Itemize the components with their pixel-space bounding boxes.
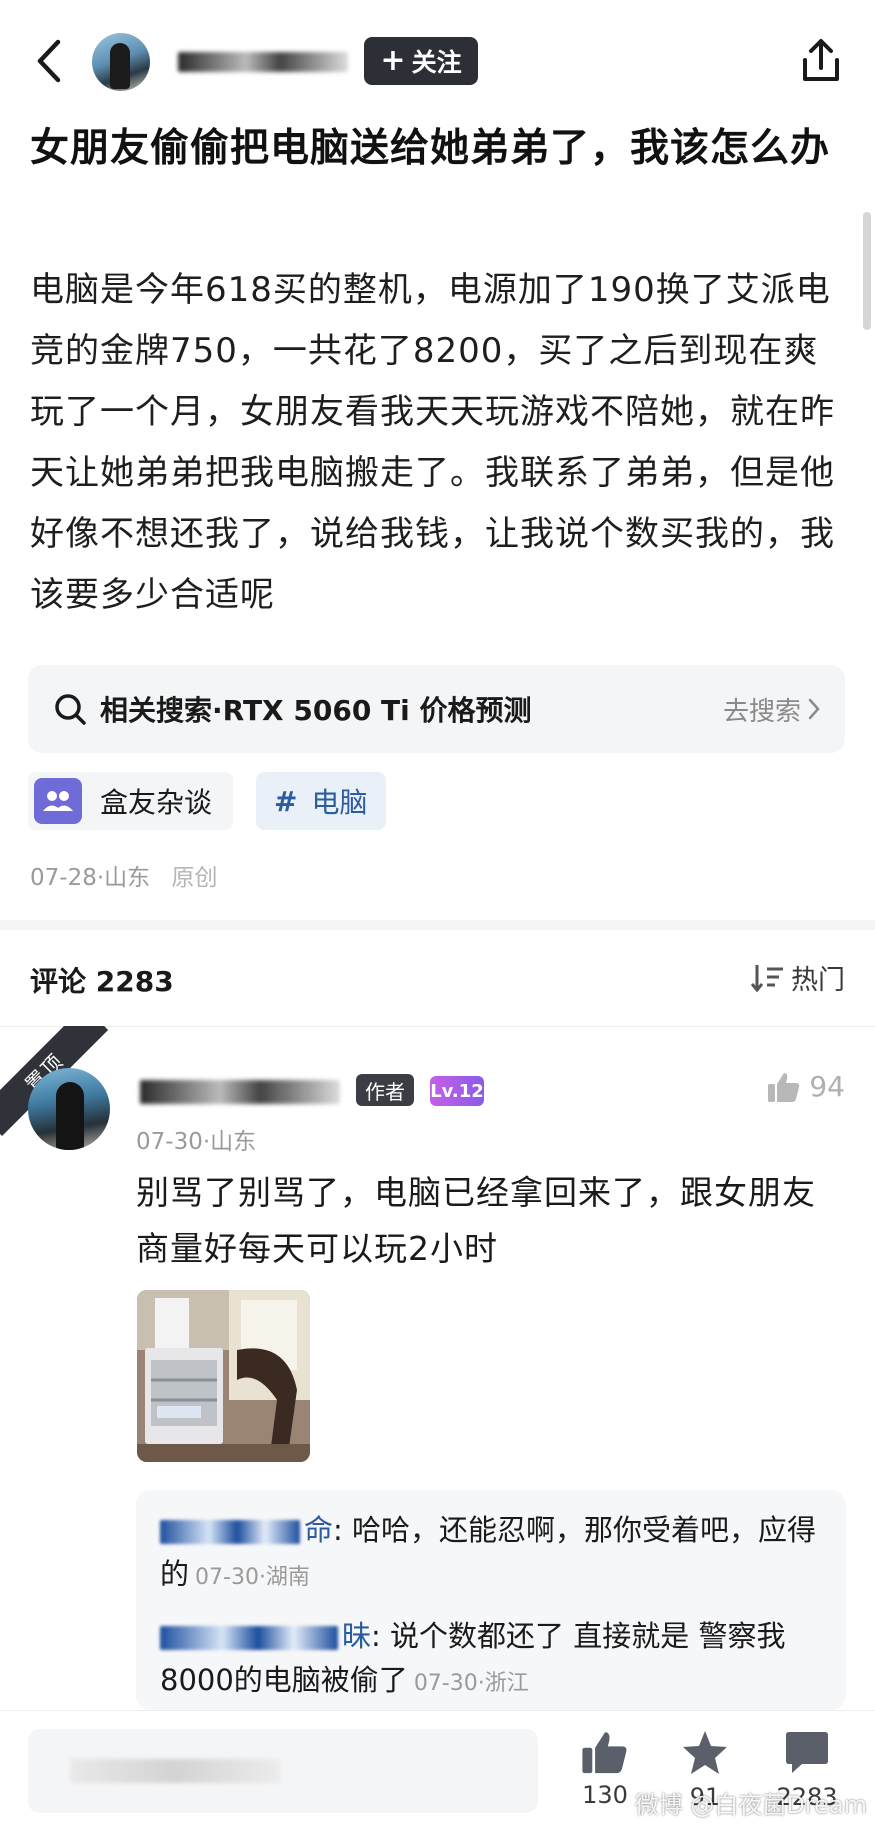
sort-icon [751,964,783,992]
reply-item[interactable]: 昧: 说个数都还了 直接就是 警察我8000的电脑被偷了 07-30·浙江 [160,1614,830,1706]
post-body: 电脑是今年618买的整机，电源加了190换了艾派电竞的金牌750，一共花了820… [30,270,835,615]
back-button[interactable] [30,36,70,86]
comment-text: 别骂了别骂了，电脑已经拿回来了，跟女朋友商量好每天可以玩2小时 [136,1173,816,1268]
share-icon [803,39,839,81]
go-search-label: 去搜索 [722,696,801,727]
follow-button[interactable]: + 关注 [364,37,478,85]
level-badge: Lv.12 [430,1076,484,1106]
follow-label: 关注 [411,48,462,77]
reply-meta: 07-30·浙江 [413,1671,529,1696]
tag-label: 盒友杂谈 [100,786,213,819]
reply-thread[interactable]: 命: 哈哈，还能忍啊，那你受着吧，应得的 07-30·湖南 昧: 说个数都还了 直… [136,1490,846,1710]
chevron-left-icon [37,39,61,83]
comment-input-placeholder-redacted [70,1759,280,1783]
author-name-redacted [178,52,348,72]
thumbs-up-icon [582,1732,627,1774]
tag-group-chat[interactable]: 盒友杂谈 [28,772,233,830]
reply-author-tail: 昧 [342,1619,372,1653]
watermark: 微博 @白夜菌Dream [634,1791,867,1819]
related-search-text: 相关搜索·RTX 5060 Ti 价格预测 [100,694,532,727]
comment-bubble-icon [786,1732,828,1773]
chevron-right-icon [808,698,820,720]
reply-item[interactable]: 命: 哈哈，还能忍啊，那你受着吧，应得的 07-30·湖南 [160,1508,830,1600]
reply-author-redacted [160,1520,300,1544]
comments-count-title: 评论 2283 [30,965,174,998]
reply-author-redacted [160,1626,338,1650]
author-badge: 作者 [356,1074,414,1106]
reply-author-tail: 命 [304,1513,334,1547]
related-search-bar[interactable]: 相关搜索·RTX 5060 Ti 价格预测 去搜索 [28,665,845,753]
star-icon [683,1731,727,1774]
top-bar: + 关注 [0,0,875,118]
thumbs-up-icon [768,1072,800,1102]
group-icon [34,778,82,824]
sort-label: 热门 [791,965,845,996]
scrollbar[interactable] [863,212,871,330]
plus-icon: + [380,43,406,78]
hash-icon: # [274,784,298,818]
go-search-link[interactable]: 去搜索 [723,691,821,728]
bottom-action-bar: 130 91 2283 微博 @白夜菌Dream [0,1710,875,1826]
search-icon [55,694,86,725]
post-meta: 07-28·山东 原创 [30,858,217,892]
share-button[interactable] [797,36,845,86]
comment-input[interactable] [28,1729,538,1813]
original-label: 原创 [171,865,218,891]
reply-meta: 07-30·湖南 [195,1565,310,1590]
author-avatar[interactable] [92,33,150,91]
comment-like-button[interactable]: 94 [767,1070,845,1103]
section-divider [0,920,875,930]
tag-label: 电脑 [311,786,368,819]
tag-topic-computer[interactable]: # 电脑 [256,772,386,830]
sort-button[interactable]: 热门 [751,958,845,997]
comment-author-name-redacted [140,1080,340,1104]
post-title: 女朋友偷偷把电脑送给她弟弟了，我该怎么办 [30,126,831,171]
comment-photo[interactable] [137,1290,310,1462]
comment-like-count: 94 [809,1070,845,1103]
divider [0,1026,875,1027]
comment-meta: 07-30·山东 [136,1129,257,1155]
comment-author-avatar[interactable] [28,1068,110,1150]
post-date-location: 07-28·山东 [30,865,151,891]
